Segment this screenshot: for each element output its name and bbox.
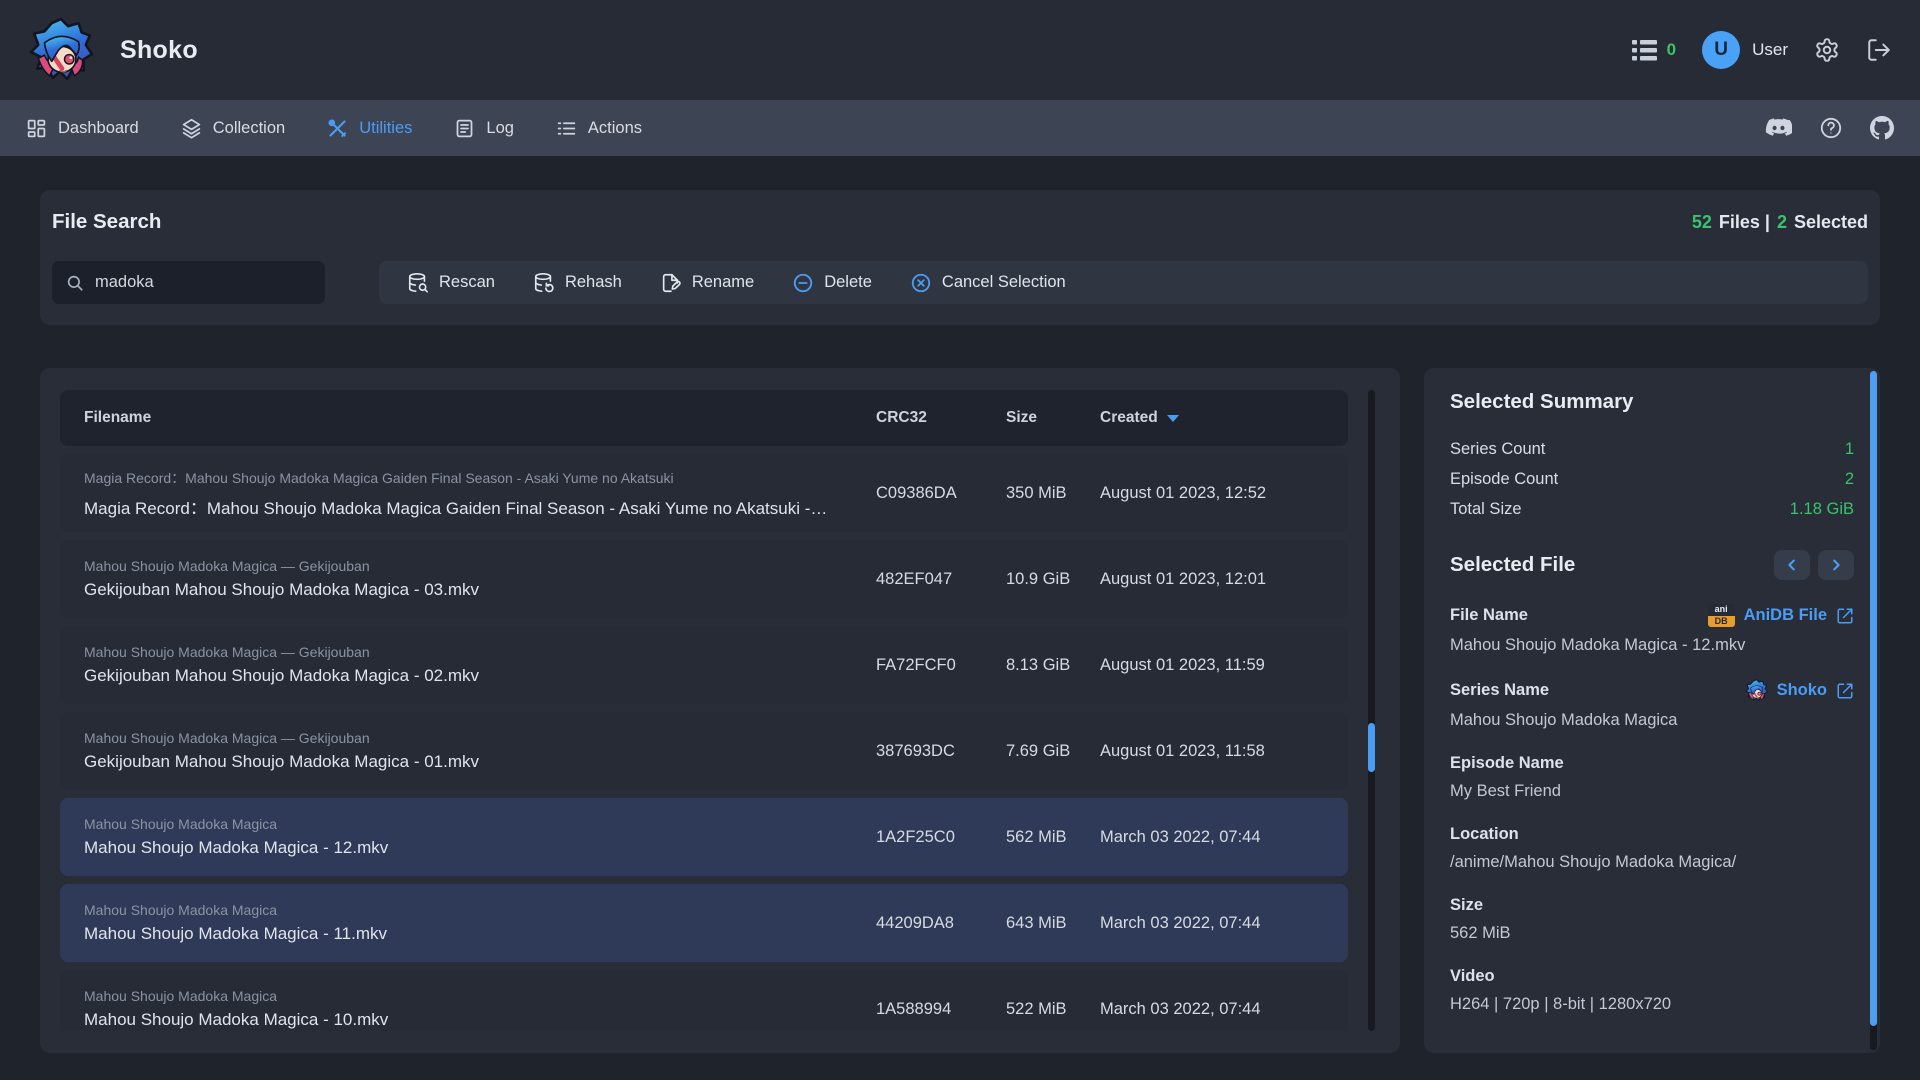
queue-icon [1632,40,1657,61]
table-row[interactable]: Magia Record：Mahou Shoujo Madoka Magica … [60,454,1348,532]
selected-count: 2 [1777,212,1787,233]
summary-title: Selected Summary [1450,390,1854,414]
user-menu[interactable]: U User [1702,31,1788,69]
sidebar-scrollbar[interactable] [1870,371,1877,1050]
table-row[interactable]: Mahou Shoujo Madoka Magica Mahou Shoujo … [60,970,1348,1031]
table-scrollbar[interactable] [1368,390,1375,1031]
nav-item-log[interactable]: Log [454,118,514,139]
list-icon [556,118,577,139]
shoko-icon [1745,679,1768,702]
table-row-selected[interactable]: Mahou Shoujo Madoka Magica Mahou Shoujo … [60,798,1348,876]
file-counts: 52 Files | 2 Selected [1692,212,1868,233]
table-row[interactable]: Mahou Shoujo Madoka Magica — Gekijouban … [60,626,1348,704]
search-icon [66,274,84,292]
field-episode-name: Episode Name My Best Friend [1450,754,1854,801]
rename-button[interactable]: Rename [660,272,754,294]
nav-item-dashboard[interactable]: Dashboard [26,118,139,139]
github-icon[interactable] [1870,116,1894,140]
queue-status[interactable]: 0 [1632,40,1676,61]
field-file-name: File Name ani DB AniDB File Mahou Shoujo… [1450,604,1854,655]
search-input[interactable] [95,273,311,292]
field-series-name: Series Name Shoko Mahou Shoujo Madoka Ma… [1450,679,1854,730]
field-video: Video H264 | 720p | 8-bit | 1280x720 [1450,967,1854,1014]
queue-count: 0 [1667,40,1676,60]
table-row[interactable]: Mahou Shoujo Madoka Magica — Gekijouban … [60,540,1348,618]
anidb-icon: ani DB [1708,604,1735,627]
nav-item-collection[interactable]: Collection [181,118,285,139]
log-file-icon [454,118,475,139]
next-file-button[interactable] [1818,550,1854,580]
summary-row: Episode Count 2 [1450,464,1854,494]
nav-item-utilities[interactable]: Utilities [327,118,412,139]
column-filename[interactable]: Filename [60,409,876,427]
top-bar: Shoko 0 U User [0,0,1920,100]
logout-icon [1866,37,1892,63]
database-search-icon [407,272,429,294]
sort-desc-icon [1167,415,1179,422]
rehash-button[interactable]: Rehash [533,272,622,294]
table-row[interactable]: Mahou Shoujo Madoka Magica — Gekijouban … [60,712,1348,790]
external-link-icon [1836,607,1854,625]
file-toolbar: Rescan Rehash [379,261,1868,304]
chevron-right-icon [1829,558,1843,572]
chevron-left-icon [1785,558,1799,572]
field-size: Size 562 MiB [1450,896,1854,943]
selection-sidebar: Selected Summary Series Count 1 Episode … [1424,368,1880,1053]
file-search-panel: File Search 52 Files | 2 Selected [40,190,1880,325]
anidb-file-link[interactable]: ani DB AniDB File [1708,604,1854,627]
summary-row: Total Size 1.18 GiB [1450,494,1854,524]
field-location: Location /anime/Mahou Shoujo Madoka Magi… [1450,825,1854,872]
settings-button[interactable] [1814,37,1840,63]
file-edit-icon [660,272,682,294]
shoko-series-link[interactable]: Shoko [1745,679,1854,702]
column-size[interactable]: Size [1006,409,1100,427]
circle-minus-icon [792,272,814,294]
user-name: User [1752,40,1788,60]
nav-item-actions[interactable]: Actions [556,118,642,139]
database-refresh-icon [533,272,555,294]
circle-x-icon [910,272,932,294]
sidebar-scrollbar-thumb[interactable] [1870,371,1877,1026]
logout-button[interactable] [1866,37,1892,63]
file-table: Filename CRC32 Size Created Magia Record… [40,368,1400,1053]
search-box[interactable] [52,261,325,304]
app-title: Shoko [120,36,198,65]
discord-icon[interactable] [1765,118,1792,138]
delete-button[interactable]: Delete [792,272,872,294]
files-count: 52 [1692,212,1712,233]
shoko-logo [28,17,94,83]
table-body: Magia Record：Mahou Shoujo Madoka Magica … [60,454,1348,1031]
main-nav: Dashboard Collection Utilities [0,100,1920,156]
column-crc32[interactable]: CRC32 [876,409,1006,427]
tools-icon [327,118,348,139]
page-title: File Search [52,210,161,234]
cancel-selection-button[interactable]: Cancel Selection [910,272,1066,294]
summary-row: Series Count 1 [1450,434,1854,464]
dashboard-icon [26,118,47,139]
user-avatar: U [1702,31,1740,69]
prev-file-button[interactable] [1774,550,1810,580]
table-header: Filename CRC32 Size Created [60,390,1348,446]
rescan-button[interactable]: Rescan [407,272,495,294]
summary-rows: Series Count 1 Episode Count 2 Total Siz… [1450,434,1854,524]
layers-icon [181,118,202,139]
selected-file-title: Selected File [1450,553,1575,577]
table-row-selected[interactable]: Mahou Shoujo Madoka Magica Mahou Shoujo … [60,884,1348,962]
external-link-icon [1836,682,1854,700]
column-created[interactable]: Created [1100,409,1348,427]
gear-icon [1814,37,1840,63]
help-icon[interactable] [1819,116,1843,140]
table-scrollbar-thumb[interactable] [1368,723,1375,772]
